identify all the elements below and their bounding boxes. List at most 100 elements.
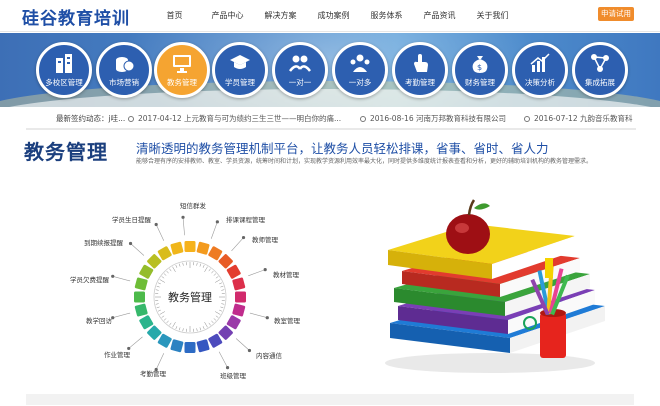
nav-item[interactable]: 解决方案	[254, 10, 307, 21]
bullet-icon	[360, 116, 366, 122]
ticker-item[interactable]: 2016-07-12 九韵音乐教育科	[524, 113, 632, 124]
module-one-to-one-button[interactable]: 一对一	[272, 42, 328, 98]
module-network-button[interactable]: 集成拓展	[572, 42, 628, 98]
bullet-icon	[128, 116, 134, 122]
divider	[26, 128, 636, 130]
wheel-segment	[147, 325, 163, 341]
wheel-segment	[185, 241, 196, 252]
wheel-segment	[232, 277, 245, 290]
diagram-label: 短信群发	[180, 200, 206, 210]
nav-item[interactable]: 成功案例	[307, 10, 360, 21]
leader-dot	[266, 316, 269, 319]
wheel-segment	[157, 246, 172, 261]
module-label: 学员管理	[215, 77, 265, 88]
diagram-label: 考勤管理	[140, 368, 166, 378]
module-bar-chart-button[interactable]: 决策分析	[512, 42, 568, 98]
module-label: 一对一	[275, 77, 325, 88]
module-group-button[interactable]: 一对多	[332, 42, 388, 98]
diagram-label: 到期续报提醒	[84, 237, 123, 247]
wheel-segment	[170, 241, 183, 254]
ticker-item[interactable]: 2016-08-16 河南万邦教育科技有限公司	[360, 113, 506, 124]
ticker-label: 最新签约动态：j哇...	[56, 113, 125, 124]
module-hand-pointer-button[interactable]: 考勤管理	[392, 42, 448, 98]
module-graduation-cap-button[interactable]: 学员管理	[212, 42, 268, 98]
leader-dot	[216, 220, 219, 223]
bar-chart-icon	[529, 52, 551, 74]
module-label: 一对多	[335, 77, 385, 88]
wheel-segment	[134, 292, 145, 303]
leader-line	[231, 238, 243, 251]
leader-line	[211, 222, 217, 239]
wheel-segment	[139, 264, 154, 279]
module-money-bag-button[interactable]: $ 财务管理	[452, 42, 508, 98]
wheel-segment	[185, 342, 196, 353]
leader-dot	[226, 366, 229, 369]
leader-dot	[264, 268, 267, 271]
nav-item[interactable]: 首页	[148, 10, 201, 21]
site-logo[interactable]: 硅谷教育培训	[22, 4, 130, 29]
books-apple-illustration	[380, 178, 630, 378]
main-nav: 首页产品中心解决方案成功案例服务体系产品资讯关于我们申请试用	[148, 10, 519, 21]
leader-line	[250, 313, 267, 318]
wheel-segment	[196, 241, 209, 254]
wheel-segment	[232, 303, 245, 316]
wheel-segment	[208, 333, 223, 348]
module-monitor-button[interactable]: 教务管理	[154, 42, 210, 98]
leader-line	[248, 270, 265, 276]
nav-item[interactable]: 关于我们	[466, 10, 519, 21]
wheel-segment	[196, 339, 209, 352]
ticker-item[interactable]: 2017-04-12 上元教育与可为绩约三生三世——明白你的痛...	[128, 113, 341, 124]
wheel-segment	[147, 254, 163, 270]
module-label: 决策分析	[515, 77, 565, 88]
apply-trial-button[interactable]: 申请试用	[598, 7, 634, 21]
leader-line	[129, 337, 143, 349]
svg-text:$: $	[477, 63, 482, 72]
monitor-icon	[171, 52, 193, 74]
section-description: 能够合理有序的安排教师、教室、学员资源，统筹时间和计划，实现教学资源利用效率最大…	[136, 156, 592, 165]
diagram-label: 作业管理	[104, 349, 130, 359]
leader-line	[156, 224, 164, 240]
wheel-segment	[134, 277, 147, 290]
module-label: 市场营销	[99, 77, 149, 88]
wheel-segment	[170, 339, 183, 352]
leader-line	[131, 243, 144, 255]
wheel-segment	[218, 254, 234, 270]
graduation-cap-icon	[229, 52, 251, 74]
diagram-label: 学员欠费提醒	[70, 274, 109, 284]
leader-line	[236, 338, 249, 350]
wheel-segment	[208, 246, 223, 261]
leader-line	[183, 217, 185, 235]
feature-wheel-diagram: 教务管理 短信群发 排课课程管理 教师管理 教材管理 教室管理 内容通信 班级管…	[60, 192, 320, 402]
nav-item[interactable]: 产品中心	[201, 10, 254, 21]
module-label: 财务管理	[455, 77, 505, 88]
hand-pointer-icon	[409, 52, 431, 74]
diagram-label: 教材管理	[273, 269, 299, 279]
wheel-segment	[235, 292, 246, 303]
module-label: 教务管理	[157, 77, 207, 88]
section-title: 教务管理	[24, 136, 108, 165]
wheel-segment	[139, 315, 154, 330]
module-label: 集成拓展	[575, 77, 625, 88]
nav-item[interactable]: 服务体系	[360, 10, 413, 21]
wheel-segment	[226, 264, 241, 279]
news-ticker: 最新签约动态：j哇... 2017-04-12 上元教育与可为绩约三生三世——明…	[0, 110, 660, 126]
wheel-center-label: 教务管理	[168, 290, 212, 304]
leader-line	[219, 352, 227, 368]
diagram-label: 教师管理	[252, 234, 278, 244]
bottom-strip	[26, 394, 634, 405]
module-list: 多校区管理市场营销教务管理学员管理一对一一对多考勤管理 $ 财务管理决策分析集成拓展	[0, 35, 660, 105]
bullet-icon	[524, 116, 530, 122]
group-icon	[349, 52, 371, 74]
leader-dot	[242, 236, 245, 239]
wheel-segment	[226, 315, 241, 330]
diagram-label: 排课课程管理	[226, 214, 265, 224]
module-coins-button[interactable]: 市场营销	[96, 42, 152, 98]
leader-dot	[155, 223, 158, 226]
nav-item[interactable]: 产品资讯	[413, 10, 466, 21]
money-bag-icon: $	[469, 52, 491, 74]
site-header: 硅谷教育培训 首页产品中心解决方案成功案例服务体系产品资讯关于我们申请试用	[0, 0, 660, 32]
wheel-segment	[157, 333, 172, 348]
diagram-label: 内容通信	[256, 350, 282, 360]
module-buildings-button[interactable]: 多校区管理	[36, 42, 92, 98]
section-subtitle: 清晰透明的教务管理机制平台，让教务人员轻松排课，省事、省时、省人力	[136, 138, 549, 157]
